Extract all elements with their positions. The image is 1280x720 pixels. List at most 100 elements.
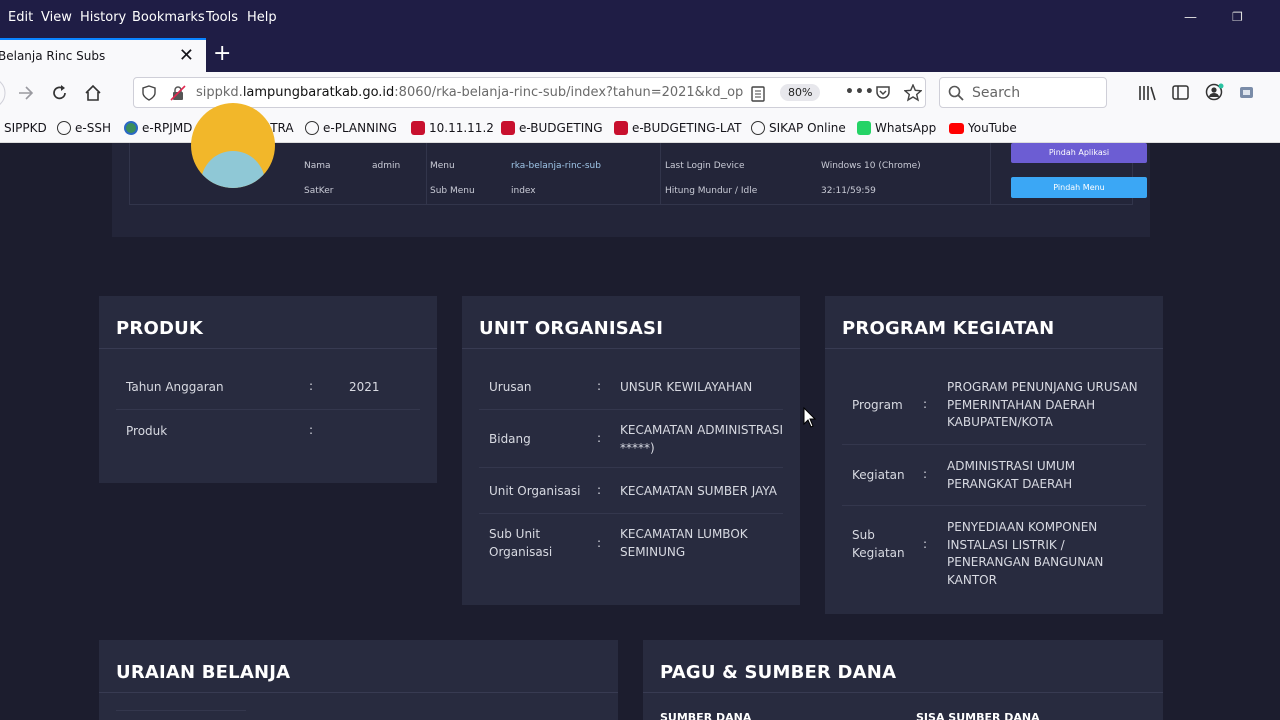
- bookmark-e-rpjmd[interactable]: e-RPJMD: [124, 121, 192, 135]
- menu-bookmarks[interactable]: Bookmarks: [132, 10, 205, 25]
- tab-bar: Belanja Rinc Subs ✕ +: [0, 36, 1280, 72]
- menu-help[interactable]: Help: [247, 10, 277, 25]
- reload-icon[interactable]: [51, 84, 69, 102]
- whatsapp-icon: [857, 121, 871, 135]
- url-text[interactable]: sippkd.lampungbaratkab.go.id:8060/rka-be…: [196, 85, 744, 100]
- unit-organisasi-title: UNIT ORGANISASI: [479, 318, 664, 339]
- zoom-level[interactable]: 80%: [780, 84, 821, 101]
- bookmark-whatsapp[interactable]: WhatsApp: [857, 121, 936, 135]
- search-box[interactable]: Search: [939, 77, 1107, 108]
- search-icon: [948, 85, 964, 101]
- crest-icon: [501, 121, 515, 135]
- kegiatan-label: Kegiatan: [852, 468, 905, 482]
- bookmark-sippkd[interactable]: SIPPKD: [4, 121, 47, 135]
- bookmark-youtube[interactable]: YouTube: [949, 121, 1017, 135]
- sub-kegiatan-label: Sub Kegiatan: [852, 528, 905, 560]
- bidang-label: Bidang: [489, 432, 531, 446]
- close-icon[interactable]: ✕: [179, 45, 194, 66]
- bookmark-e-budgeting-lat[interactable]: e-BUDGETING-LAT: [614, 121, 741, 135]
- youtube-icon: [949, 122, 964, 134]
- program-label: Program: [852, 398, 903, 412]
- menu-value: rka-belanja-rinc-sub: [511, 161, 601, 171]
- menu-history[interactable]: History: [80, 10, 126, 25]
- more-actions-icon[interactable]: •••: [845, 84, 875, 100]
- bookmark-sikap-online[interactable]: SIKAP Online: [751, 121, 846, 135]
- search-input[interactable]: Search: [972, 85, 1020, 101]
- program-value: PROGRAM PENUNJANG URUSAN PEMERINTAHAN DA…: [947, 380, 1138, 429]
- pindah-menu-button[interactable]: Pindah Menu: [1011, 177, 1147, 198]
- mouse-cursor-icon: [803, 407, 817, 428]
- pocket-icon[interactable]: [875, 85, 891, 101]
- bookmark-e-budgeting[interactable]: e-BUDGETING: [501, 121, 603, 135]
- reader-view-icon[interactable]: [751, 86, 765, 102]
- produk-title: PRODUK: [116, 318, 204, 339]
- tab-title: Belanja Rinc Subs: [0, 49, 106, 63]
- tab-active[interactable]: Belanja Rinc Subs ✕: [0, 38, 206, 72]
- bookmark-e-planning[interactable]: e-PLANNING: [305, 121, 397, 135]
- unit-organisasi-card: UNIT ORGANISASI Urusan : UNSUR KEWILAYAH…: [462, 296, 800, 605]
- program-kegiatan-card: PROGRAM KEGIATAN Program : PROGRAM PENUN…: [825, 296, 1163, 614]
- produk-label: Produk: [126, 424, 168, 438]
- globe-icon: [57, 121, 71, 135]
- menu-bar: Edit View History Bookmarks Tools Help —…: [0, 0, 1280, 36]
- sidebar-icon[interactable]: [1172, 85, 1190, 101]
- minimize-icon[interactable]: —: [1184, 10, 1197, 25]
- home-icon[interactable]: [84, 84, 102, 102]
- url-bar[interactable]: sippkd.lampungbaratkab.go.id:8060/rka-be…: [133, 77, 926, 108]
- idle-value: 32:11/59:59: [821, 186, 876, 196]
- menu-tools[interactable]: Tools: [206, 10, 238, 25]
- insecure-lock-icon[interactable]: [170, 85, 186, 101]
- menu-label: Menu: [430, 161, 455, 171]
- submenu-label: Sub Menu: [430, 186, 475, 196]
- crest-icon: [411, 121, 425, 135]
- menu-view[interactable]: View: [41, 10, 72, 25]
- extension-icon[interactable]: [1238, 84, 1256, 102]
- uraian-belanja-card: URAIAN BELANJA: [99, 640, 618, 720]
- forward-icon[interactable]: [17, 85, 35, 101]
- new-tab-button[interactable]: +: [213, 41, 231, 66]
- menu-edit[interactable]: Edit: [8, 10, 33, 25]
- submenu-value: index: [511, 186, 536, 196]
- device-value: Windows 10 (Chrome): [821, 161, 921, 171]
- back-button[interactable]: [0, 78, 10, 108]
- pagu-sumber-dana-title: PAGU & SUMBER DANA: [660, 662, 897, 683]
- bidang-value: KECAMATAN ADMINISTRASI *****): [620, 423, 784, 455]
- sumber-dana-header: SUMBER DANA: [660, 711, 752, 720]
- nama-label: Nama: [304, 161, 331, 171]
- sub-unit-value: KECAMATAN LUMBOK SEMINUNG: [620, 527, 748, 559]
- idle-label: Hitung Mundur / Idle: [665, 186, 758, 196]
- nav-bar: sippkd.lampungbaratkab.go.id:8060/rka-be…: [0, 72, 1280, 114]
- shield-icon[interactable]: [142, 85, 156, 101]
- sub-kegiatan-value: PENYEDIAAN KOMPONEN INSTALASI LISTRIK / …: [947, 520, 1104, 587]
- sub-unit-label: Sub Unit Organisasi: [489, 527, 553, 559]
- profile-panel: Nama admin SatKer Menu rka-belanja-rinc-…: [112, 103, 1150, 237]
- globe-icon: [305, 121, 319, 135]
- sisa-sumber-dana-header: SISA SUMBER DANA: [916, 711, 1040, 720]
- produk-card: PRODUK Tahun Anggaran : 2021 Produk :: [99, 296, 437, 483]
- unit-organisasi-value: KECAMATAN SUMBER JAYA: [620, 484, 778, 498]
- account-icon[interactable]: [1205, 83, 1225, 101]
- tahun-anggaran-label: Tahun Anggaran: [126, 380, 224, 394]
- crest-icon: [614, 121, 628, 135]
- avatar: [191, 103, 275, 188]
- site-icon: [124, 121, 138, 135]
- profile-info-box: Nama admin SatKer Menu rka-belanja-rinc-…: [129, 103, 1147, 205]
- kegiatan-value: ADMINISTRASI UMUM PERANGKAT DAERAH: [947, 459, 1076, 491]
- bookmark-10-11-11-2[interactable]: 10.11.11.2: [411, 121, 494, 135]
- urusan-value: UNSUR KEWILAYAHAN: [620, 380, 753, 394]
- bookmark-e-ssh[interactable]: e-SSH: [57, 121, 111, 135]
- urusan-label: Urusan: [489, 380, 532, 394]
- library-icon[interactable]: [1138, 85, 1156, 101]
- nama-value: admin: [372, 161, 401, 171]
- restore-icon[interactable]: ❐: [1232, 10, 1243, 24]
- program-kegiatan-title: PROGRAM KEGIATAN: [842, 318, 1055, 339]
- pagu-sumber-dana-card: PAGU & SUMBER DANA SUMBER DANA SISA SUMB…: [643, 640, 1163, 720]
- satker-label: SatKer: [304, 186, 334, 196]
- pindah-aplikasi-button[interactable]: Pindah Aplikasi: [1011, 143, 1147, 163]
- tahun-anggaran-value: 2021: [349, 380, 380, 394]
- unit-organisasi-label: Unit Organisasi: [489, 484, 581, 498]
- uraian-belanja-title: URAIAN BELANJA: [116, 662, 291, 683]
- device-label: Last Login Device: [665, 161, 745, 171]
- bookmark-star-icon[interactable]: [904, 84, 922, 102]
- globe-icon: [751, 121, 765, 135]
